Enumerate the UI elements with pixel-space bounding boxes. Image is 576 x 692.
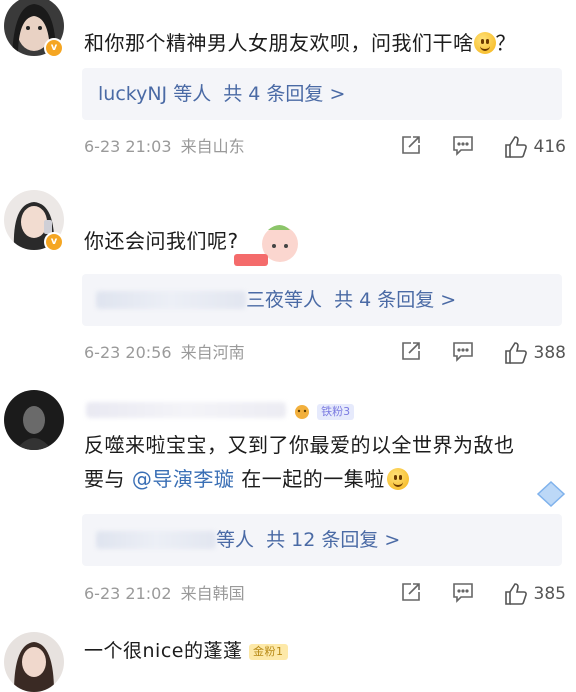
location: 来自韩国 xyxy=(180,584,245,603)
fan-badge-icon xyxy=(295,404,309,419)
like-icon xyxy=(504,583,527,605)
smile-emoji-icon xyxy=(386,468,409,490)
share-icon[interactable] xyxy=(400,340,422,366)
timestamp: 6-23 21:03 xyxy=(84,137,172,156)
like-button[interactable]: 388 xyxy=(504,341,566,365)
reply-count-link[interactable]: 共 4 条回复 > xyxy=(223,83,345,105)
action-bar: 388 xyxy=(370,340,566,366)
comment-text: 一个很nice的蓬蓬 金粉1 xyxy=(84,634,288,668)
comment-text-line2: 要与 @导演李璇 在一起的一集啦 xyxy=(84,462,515,496)
diamond-sticker xyxy=(536,480,566,512)
comment-text: 反噬来啦宝宝，又到了你最爱的以全世界为敌也 要与 @导演李璇 在一起的一集啦 xyxy=(84,428,515,496)
action-bar: 416 xyxy=(370,134,566,160)
timestamp: 6-23 21:02 xyxy=(84,584,172,603)
blurred-usernames xyxy=(96,291,246,309)
reply-users[interactable]: luckyNJ 等人 xyxy=(98,83,211,105)
reply-summary[interactable]: 三夜等人 共 4 条回复 > xyxy=(82,274,562,326)
like-icon xyxy=(504,136,527,158)
share-icon[interactable] xyxy=(400,134,422,160)
location: 来自山东 xyxy=(180,137,245,156)
comment-meta: 6-23 20:56 来自河南 xyxy=(84,343,245,363)
like-button[interactable]: 416 xyxy=(504,135,566,159)
timestamp: 6-23 20:56 xyxy=(84,343,172,362)
like-count: 416 xyxy=(533,137,566,157)
smile-emoji-icon xyxy=(473,32,496,54)
mention-link[interactable]: @导演李璇 xyxy=(132,467,235,491)
like-count: 385 xyxy=(533,584,566,604)
comment-icon[interactable] xyxy=(452,134,474,160)
avatar[interactable] xyxy=(4,390,64,450)
reply-count-link[interactable]: 共 12 条回复 > xyxy=(266,529,400,551)
comment-text: 你还会问我们呢? xyxy=(84,229,239,253)
blurred-username xyxy=(86,402,286,418)
location: 来自河南 xyxy=(180,343,245,362)
fan-badge: 铁粉3 xyxy=(292,400,355,420)
like-icon xyxy=(504,342,527,364)
comment-icon[interactable] xyxy=(452,581,474,607)
reply-users[interactable]: 三夜等人 xyxy=(246,289,322,311)
reply-count-link[interactable]: 共 4 条回复 > xyxy=(334,289,456,311)
action-bar: 385 xyxy=(370,581,566,607)
blurred-usernames xyxy=(96,531,216,549)
comment-meta: 6-23 21:03 来自山东 xyxy=(84,137,245,157)
verified-badge-icon: v xyxy=(44,232,64,252)
reply-summary[interactable]: 等人 共 12 条回复 > xyxy=(82,514,562,566)
fan-level-badge: 铁粉3 xyxy=(317,404,355,420)
like-button[interactable]: 385 xyxy=(504,582,566,606)
share-icon[interactable] xyxy=(400,581,422,607)
comment-meta: 6-23 21:02 来自韩国 xyxy=(84,584,245,604)
comment-text-line1: 反噬来啦宝宝，又到了你最爱的以全世界为敌也 xyxy=(84,433,515,457)
verified-badge-icon: v xyxy=(44,38,64,58)
reply-users[interactable]: 等人 xyxy=(216,529,254,551)
reply-summary[interactable]: luckyNJ 等人 共 4 条回复 > xyxy=(82,68,562,120)
like-count: 388 xyxy=(533,343,566,363)
avatar[interactable] xyxy=(4,632,64,692)
peach-sticker xyxy=(228,220,308,274)
gold-fan-badge: 金粉1 xyxy=(249,644,288,660)
comment-text: 和你那个精神男人女朋友欢呗，问我们干啥？ xyxy=(84,31,516,55)
comment-icon[interactable] xyxy=(452,340,474,366)
